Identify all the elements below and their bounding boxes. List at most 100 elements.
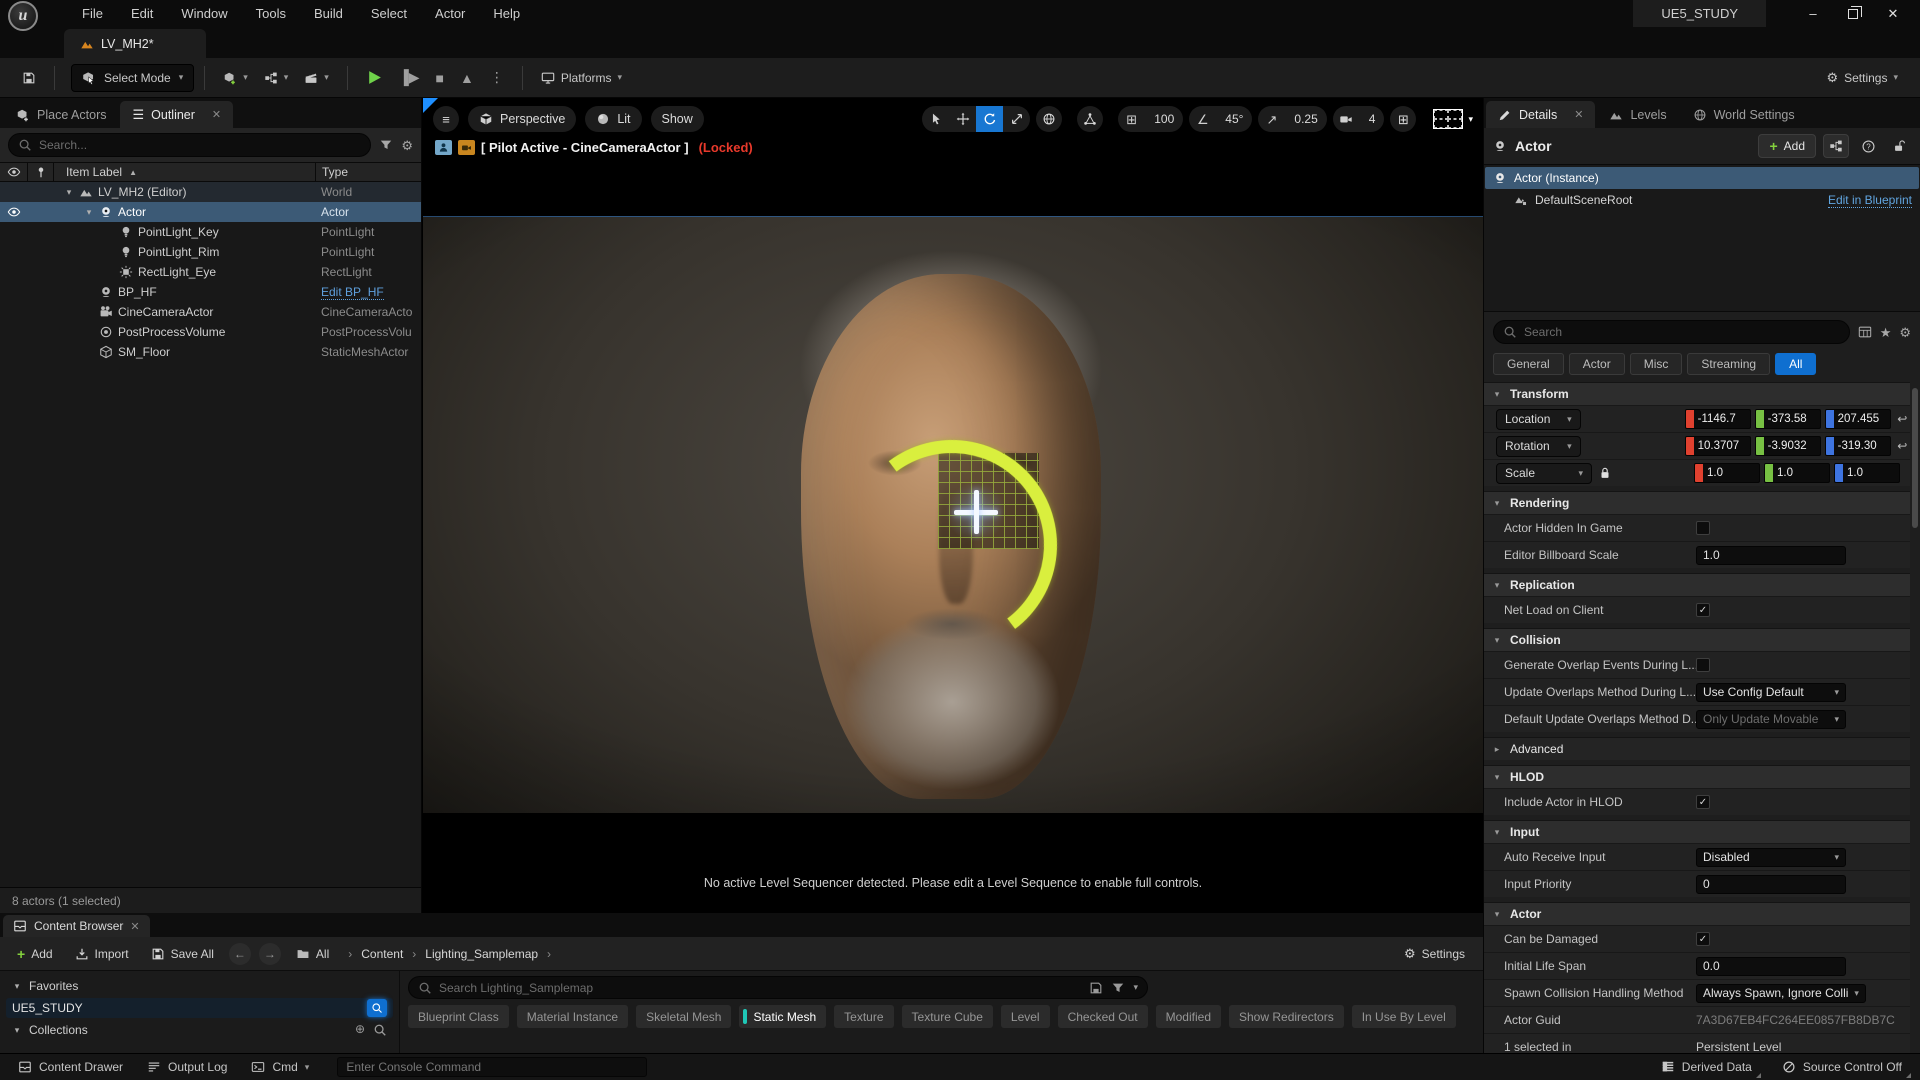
console-command-field[interactable] bbox=[346, 1060, 638, 1074]
section-header-actor[interactable]: ▾Actor bbox=[1484, 902, 1910, 925]
close-icon[interactable]: ✕ bbox=[130, 920, 139, 933]
details-filter-misc[interactable]: Misc bbox=[1630, 353, 1683, 375]
content-drawer-button[interactable]: Content Drawer bbox=[8, 1056, 133, 1079]
details-filter-actor[interactable]: Actor bbox=[1569, 353, 1625, 375]
section-header-transform[interactable]: ▾Transform bbox=[1484, 382, 1910, 405]
filter-chip-level[interactable]: Level bbox=[1001, 1005, 1050, 1028]
tab-levels[interactable]: Levels bbox=[1597, 101, 1678, 128]
stop-button[interactable]: ■ bbox=[428, 64, 452, 92]
menu-edit[interactable]: Edit bbox=[119, 2, 165, 25]
axis-value-field[interactable]: -3.9032 bbox=[1755, 436, 1821, 456]
eye-column-icon[interactable] bbox=[7, 165, 21, 179]
axis-value-field[interactable]: 1.0 bbox=[1694, 463, 1760, 483]
reset-to-default-icon[interactable]: ↩ bbox=[1895, 439, 1910, 453]
rotation-snap-toggle[interactable]: ∠ bbox=[1189, 106, 1216, 132]
checkbox-checked[interactable]: ✓ bbox=[1696, 932, 1710, 946]
cb-search-field[interactable] bbox=[439, 981, 1082, 995]
filter-chip-static-mesh[interactable]: Static Mesh bbox=[739, 1005, 826, 1028]
checkbox-checked[interactable]: ✓ bbox=[1696, 795, 1710, 809]
outliner-row[interactable]: PointLight_RimPointLight bbox=[0, 242, 421, 262]
details-filter-general[interactable]: General bbox=[1493, 353, 1564, 375]
output-log-button[interactable]: Output Log bbox=[137, 1056, 237, 1079]
section-header-rendering[interactable]: ▾Rendering bbox=[1484, 491, 1910, 514]
details-search-input[interactable] bbox=[1493, 320, 1850, 344]
pin-column-icon[interactable] bbox=[34, 165, 48, 179]
tab-world-settings[interactable]: World Settings bbox=[1681, 101, 1807, 128]
select-tool-button[interactable] bbox=[922, 106, 949, 132]
column-item-label[interactable]: Item Label bbox=[66, 165, 122, 179]
eye-cell[interactable] bbox=[0, 222, 28, 242]
help-button[interactable]: ? bbox=[1856, 134, 1880, 158]
back-button[interactable]: ← bbox=[229, 943, 251, 965]
filter-funnel-icon[interactable] bbox=[1111, 981, 1125, 995]
content-browser-tab[interactable]: Content Browser ✕ bbox=[3, 915, 150, 937]
tab-details[interactable]: Details✕ bbox=[1486, 101, 1595, 128]
filter-chip-material-instance[interactable]: Material Instance bbox=[517, 1005, 628, 1028]
dropdown-always-spawn-ignore-colli[interactable]: Always Spawn, Ignore Colli▾ bbox=[1696, 984, 1866, 1003]
axis-value-field[interactable]: 1.0 bbox=[1834, 463, 1900, 483]
add-component-button[interactable]: + Add bbox=[1758, 134, 1816, 158]
favorites-row[interactable]: ▾ Favorites bbox=[6, 976, 393, 996]
axis-value-field[interactable]: 1.0 bbox=[1764, 463, 1830, 483]
display-options-icon[interactable] bbox=[1858, 325, 1872, 339]
reset-to-default-icon[interactable]: ↩ bbox=[1895, 412, 1910, 426]
skip-button[interactable]: ▐▶ bbox=[391, 64, 428, 92]
search-collections-icon[interactable] bbox=[373, 1023, 387, 1037]
save-button[interactable] bbox=[14, 64, 44, 92]
eye-cell[interactable] bbox=[0, 182, 28, 202]
details-filter-streaming[interactable]: Streaming bbox=[1687, 353, 1770, 375]
eject-button[interactable]: ▲ bbox=[452, 64, 482, 92]
breadcrumb-content[interactable]: Content bbox=[361, 947, 403, 961]
restore-button[interactable] bbox=[1836, 3, 1870, 25]
dropdown-use-config-default[interactable]: Use Config Default▾ bbox=[1696, 683, 1846, 702]
outliner-filter-icon[interactable] bbox=[379, 138, 393, 152]
search-paths-button[interactable] bbox=[367, 999, 387, 1017]
section-header-hlod[interactable]: ▾HLOD bbox=[1484, 765, 1910, 788]
move-tool-button[interactable] bbox=[949, 106, 976, 132]
filter-chip-modified[interactable]: Modified bbox=[1156, 1005, 1221, 1028]
viewport-layout-selector[interactable]: ▾ bbox=[1433, 109, 1473, 129]
grid-snap-toggle[interactable]: ⊞ bbox=[1118, 106, 1145, 132]
source-control-button[interactable]: Source Control Off bbox=[1772, 1056, 1912, 1079]
axis-value-field[interactable]: -373.58 bbox=[1755, 409, 1821, 429]
section-header-input[interactable]: ▾Input bbox=[1484, 820, 1910, 843]
console-command-input[interactable] bbox=[337, 1057, 647, 1077]
rotation-snap-value[interactable]: 45° bbox=[1216, 106, 1252, 132]
column-type[interactable]: Type bbox=[322, 165, 348, 179]
filter-chip-skeletal-mesh[interactable]: Skeletal Mesh bbox=[636, 1005, 731, 1028]
level-viewport[interactable]: ≡ Perspective Lit Show ⊞ 100 ∠ bbox=[423, 98, 1483, 913]
crosshair-gizmo[interactable] bbox=[974, 490, 979, 534]
unlock-icon[interactable] bbox=[1887, 134, 1911, 158]
section-header-advanced[interactable]: ▸Advanced bbox=[1484, 737, 1910, 760]
menu-help[interactable]: Help bbox=[481, 2, 532, 25]
close-icon[interactable]: ✕ bbox=[212, 108, 221, 121]
minimize-button[interactable]: – bbox=[1796, 3, 1830, 25]
eye-cell[interactable] bbox=[0, 242, 28, 262]
outliner-row[interactable]: ▾ActorActor bbox=[0, 202, 421, 222]
transform-location-dropdown[interactable]: Location▾ bbox=[1496, 409, 1581, 430]
edit-blueprint-link[interactable]: Edit BP_HF bbox=[321, 285, 384, 300]
outliner-row[interactable]: BP_HFEdit BP_HF bbox=[0, 282, 421, 302]
close-icon[interactable]: ✕ bbox=[1574, 108, 1583, 121]
menu-select[interactable]: Select bbox=[359, 2, 419, 25]
filter-chip-in-use-by-level[interactable]: In Use By Level bbox=[1352, 1005, 1456, 1028]
eye-cell[interactable] bbox=[0, 262, 28, 282]
cmd-dropdown[interactable]: Cmd ▾ bbox=[241, 1056, 319, 1079]
surface-snapping-button[interactable] bbox=[1077, 106, 1103, 132]
derived-data-button[interactable]: Derived Data bbox=[1651, 1056, 1762, 1079]
scrollbar-thumb[interactable] bbox=[1912, 388, 1918, 528]
value-field[interactable]: 0 bbox=[1696, 875, 1846, 894]
outliner-settings-gear-icon[interactable]: ⚙ bbox=[401, 139, 413, 152]
cb-add-button[interactable]: + Add bbox=[8, 941, 62, 967]
eye-cell[interactable] bbox=[0, 342, 28, 362]
unreal-logo-icon[interactable]: u bbox=[8, 1, 38, 31]
tab-outliner[interactable]: ☰ Outliner ✕ bbox=[120, 101, 233, 128]
outliner-row[interactable]: RectLight_EyeRectLight bbox=[0, 262, 421, 282]
filter-chip-blueprint-class[interactable]: Blueprint Class bbox=[408, 1005, 509, 1028]
details-settings-gear-icon[interactable]: ⚙ bbox=[1899, 326, 1911, 339]
axis-value-field[interactable]: -1146.7 bbox=[1685, 409, 1751, 429]
breadcrumb-lighting_samplemap[interactable]: Lighting_Samplemap bbox=[425, 947, 538, 961]
eye-cell[interactable] bbox=[0, 302, 28, 322]
blueprint-edit-button[interactable] bbox=[1823, 134, 1849, 158]
lock-icon[interactable] bbox=[1598, 466, 1612, 480]
